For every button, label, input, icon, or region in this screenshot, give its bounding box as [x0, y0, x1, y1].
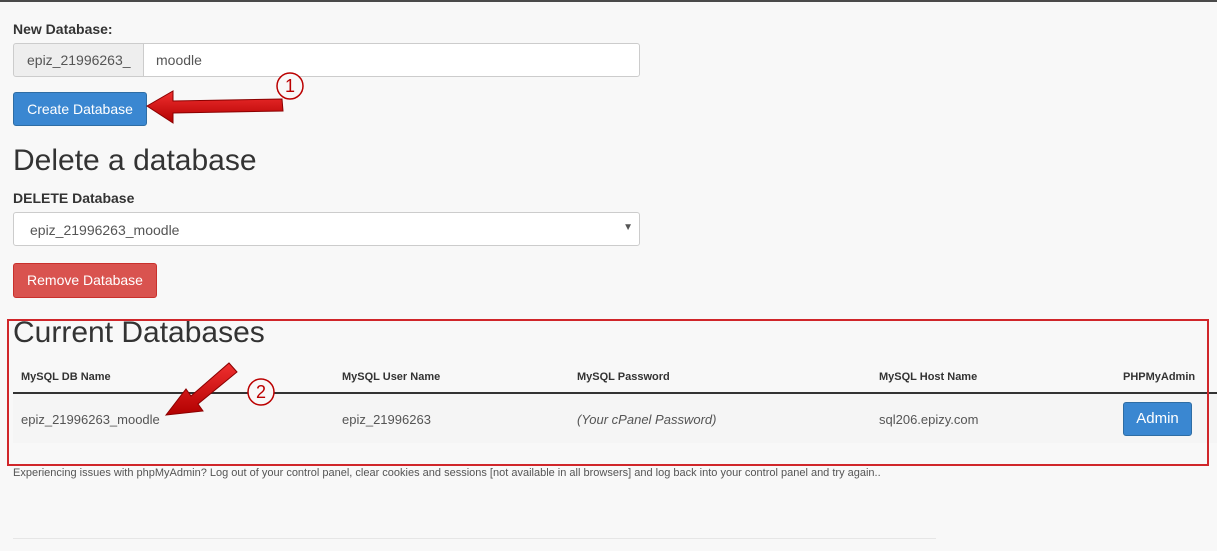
annotation-marker-2: 2 — [247, 378, 275, 406]
annotation-arrow-1 — [146, 90, 284, 124]
annotation-overlay: 1 2 — [146, 72, 304, 416]
annotation-marker-1: 1 — [276, 72, 304, 100]
annotation-arrow-2 — [164, 362, 238, 416]
annotation-marker-1-label: 1 — [285, 76, 295, 96]
annotation-marker-2-label: 2 — [256, 382, 266, 402]
